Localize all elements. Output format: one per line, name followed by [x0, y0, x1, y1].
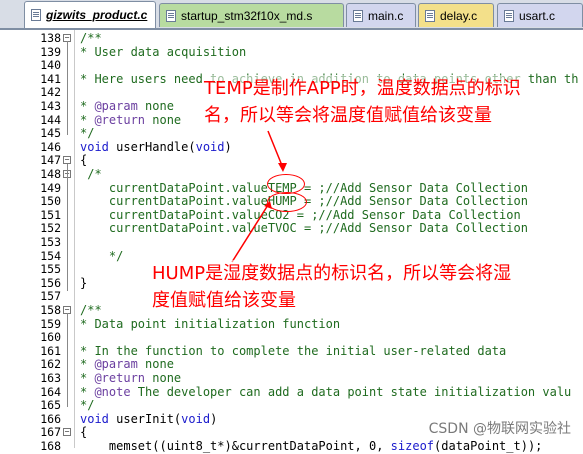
hump-arrowhead [264, 201, 272, 209]
hump-annotation-line2: 度值赋值给该变量 [152, 290, 296, 311]
temp-arrow [267, 130, 284, 169]
temp-arrowhead [278, 163, 287, 172]
hump-annotation: HUMP是湿度数据点的标识名，所以等会将湿 度值赋值给该变量 [152, 260, 512, 314]
temp-annotation: TEMP是制作APP时，温度数据点的标识 名，所以等会将温度值赋值给该变量 [204, 75, 521, 129]
csdn-watermark: CSDN @物联网实验社 [428, 418, 571, 438]
annotation-arrows [231, 130, 287, 263]
hump-annotation-line1: HUMP是湿度数据点的标识名，所以等会将湿 [152, 263, 512, 284]
temp-annotation-line1: TEMP是制作APP时，温度数据点的标识 [204, 78, 521, 99]
hump-arrow [231, 204, 269, 263]
temp-annotation-line2: 名，所以等会将温度值赋值给该变量 [204, 105, 492, 126]
